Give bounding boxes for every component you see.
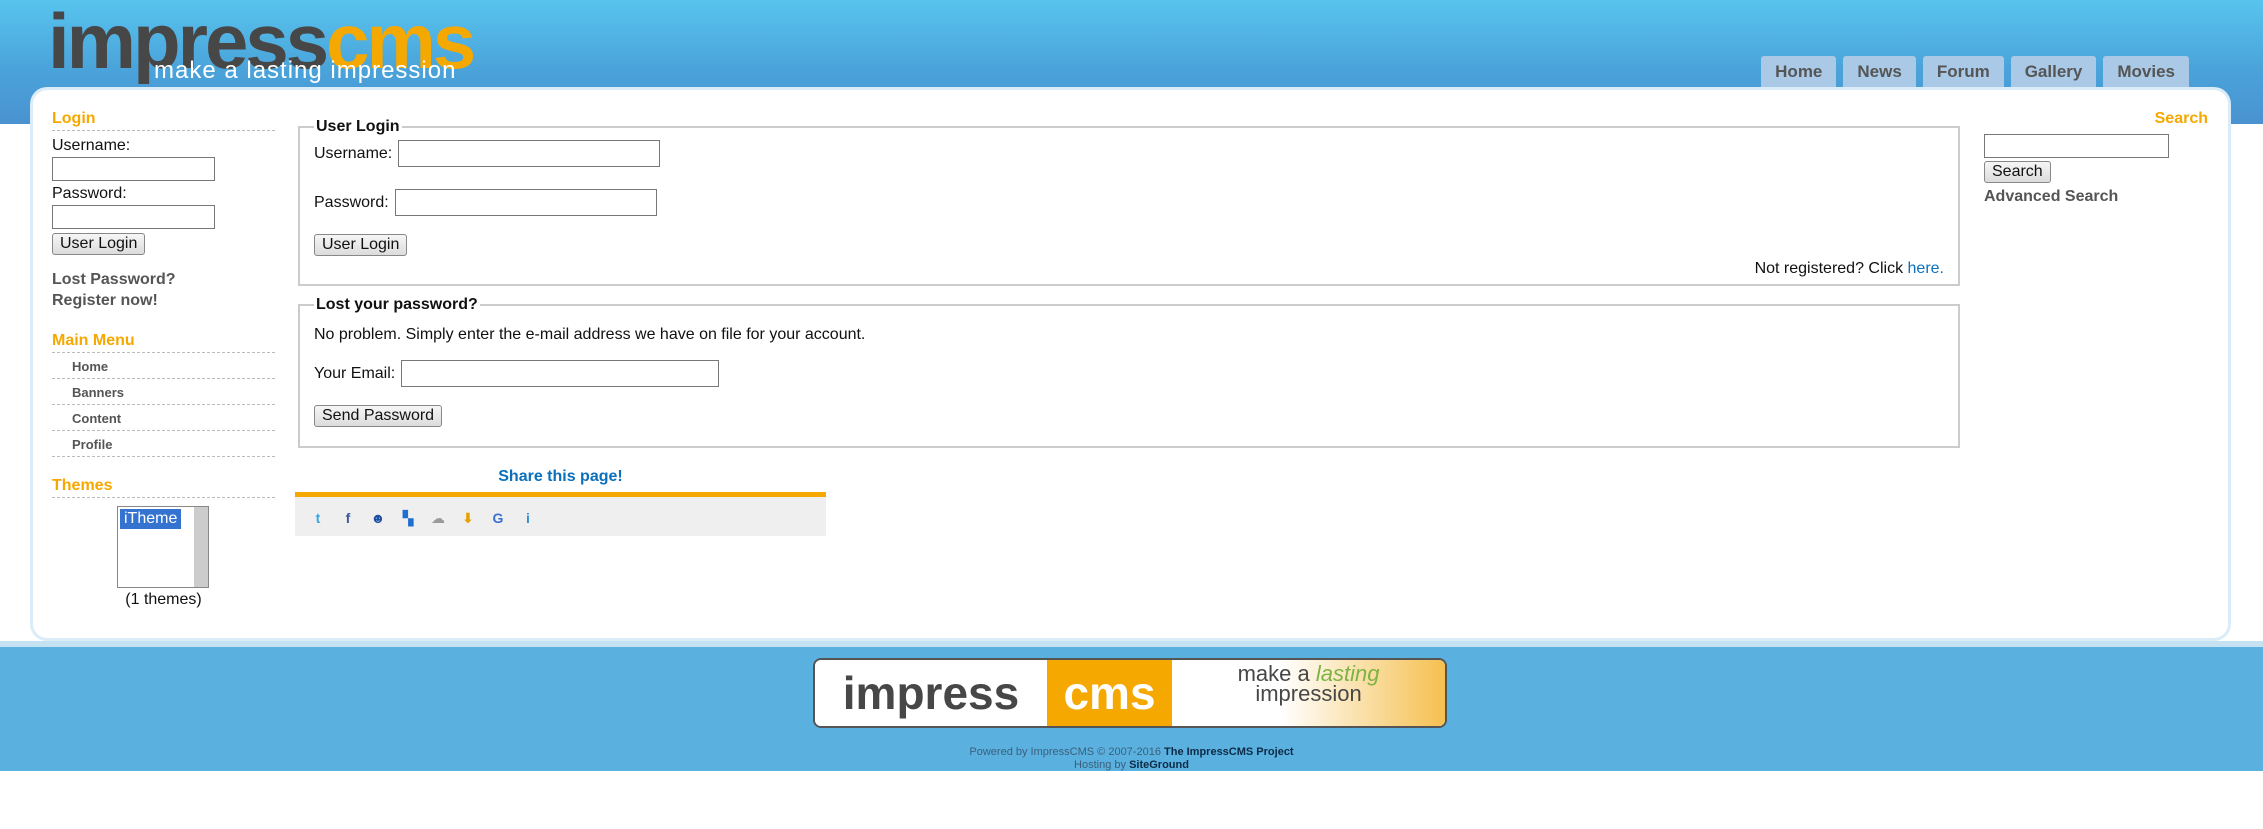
theme-list-scrollbar[interactable] — [194, 507, 208, 587]
search-block-title: Search — [2154, 110, 2208, 127]
footer-logo[interactable]: impress cms make a lasting impression — [813, 658, 1447, 728]
register-link[interactable]: Register now! — [52, 292, 158, 309]
right-sidebar: Search Search Advanced Search — [1984, 110, 2208, 206]
share-box: Share this page! t f ☻ ▚ ☁ ⬇ Gi — [295, 468, 826, 536]
nav-tab-movies[interactable]: Movies — [2103, 56, 2189, 89]
menu-item-content[interactable]: Content — [52, 405, 275, 431]
main-nav: Home News Forum Gallery Movies — [1761, 56, 2189, 89]
main-username-label: Username: — [314, 144, 393, 162]
user-login-legend: User Login — [316, 118, 400, 135]
email-input[interactable] — [401, 360, 720, 387]
main-content: User Login Username: Password: User Logi… — [295, 118, 1960, 536]
identica-icon[interactable]: i — [519, 509, 537, 527]
advanced-search-link[interactable]: Advanced Search — [1984, 188, 2118, 205]
sidebar-username-label: Username: — [52, 137, 131, 154]
nav-tab-forum[interactable]: Forum — [1922, 56, 2004, 89]
search-input[interactable] — [1984, 134, 2169, 158]
footer-credits: Powered by ImpressCMS © 2007-2016 The Im… — [969, 746, 1294, 771]
main-password-label: Password: — [314, 193, 389, 211]
share-icons-bar: t f ☻ ▚ ☁ ⬇ Gi — [295, 492, 826, 536]
lost-password-fieldset: Lost your password? No problem. Simply e… — [298, 296, 1960, 448]
themes-count: (1 themes) — [125, 591, 202, 608]
logo-tagline: make a lasting impression — [154, 57, 457, 84]
main-password-input[interactable] — [394, 189, 657, 216]
share-title: Share this page! — [498, 468, 623, 485]
download-icon[interactable]: ⬇ — [459, 509, 477, 527]
search-button[interactable]: Search — [1984, 161, 2051, 183]
delicious-icon[interactable]: ▚ — [399, 509, 417, 527]
menu-item-profile[interactable]: Profile — [52, 431, 275, 457]
nav-tab-news[interactable]: News — [1843, 56, 1916, 89]
login-block-title: Login — [52, 110, 275, 131]
lost-password-legend: Lost your password? — [316, 296, 478, 313]
google-icon[interactable]: G — [489, 509, 507, 527]
sidebar-login-button[interactable]: User Login — [52, 233, 146, 255]
facebook-icon[interactable]: f — [339, 509, 357, 527]
nav-tab-gallery[interactable]: Gallery — [2010, 56, 2097, 89]
sidebar-username-input[interactable] — [52, 157, 215, 181]
main-menu-title: Main Menu — [52, 332, 275, 353]
sidebar-password-label: Password: — [52, 185, 127, 202]
user-login-fieldset: User Login Username: Password: User Logi… — [298, 118, 1960, 286]
menu-item-banners[interactable]: Banners — [52, 379, 275, 405]
myspace-icon[interactable]: ☻ — [369, 509, 387, 527]
impresscms-project-link[interactable]: The ImpressCMS Project — [1164, 746, 1294, 758]
main-menu: Home Banners Content Profile — [52, 353, 275, 457]
lost-password-description: No problem. Simply enter the e-mail addr… — [314, 326, 866, 343]
twitter-icon[interactable]: t — [309, 509, 327, 527]
main-login-button[interactable]: User Login — [314, 234, 408, 256]
digg-icon[interactable]: ☁ — [429, 509, 447, 527]
menu-item-home[interactable]: Home — [52, 353, 275, 379]
lost-password-link[interactable]: Lost Password? — [52, 271, 176, 288]
content-panel: Login Username: Password: User Login Los… — [33, 90, 2228, 638]
sidebar-password-input[interactable] — [52, 205, 215, 229]
left-sidebar: Login Username: Password: User Login Los… — [52, 110, 275, 609]
nav-tab-home[interactable]: Home — [1761, 56, 1837, 89]
themes-title: Themes — [52, 477, 275, 498]
main-username-input[interactable] — [398, 140, 661, 167]
register-here-link[interactable]: here. — [1908, 260, 1944, 277]
theme-select-list[interactable]: iTheme — [117, 506, 209, 588]
siteground-link[interactable]: SiteGround — [1129, 759, 1189, 771]
theme-option-itheme[interactable]: iTheme — [120, 509, 182, 529]
site-footer: impress cms make a lasting impression Po… — [0, 641, 2263, 771]
email-label: Your Email: — [314, 364, 396, 382]
send-password-button[interactable]: Send Password — [314, 405, 443, 427]
not-registered-text: Not registered? Click here. — [1754, 260, 1944, 277]
